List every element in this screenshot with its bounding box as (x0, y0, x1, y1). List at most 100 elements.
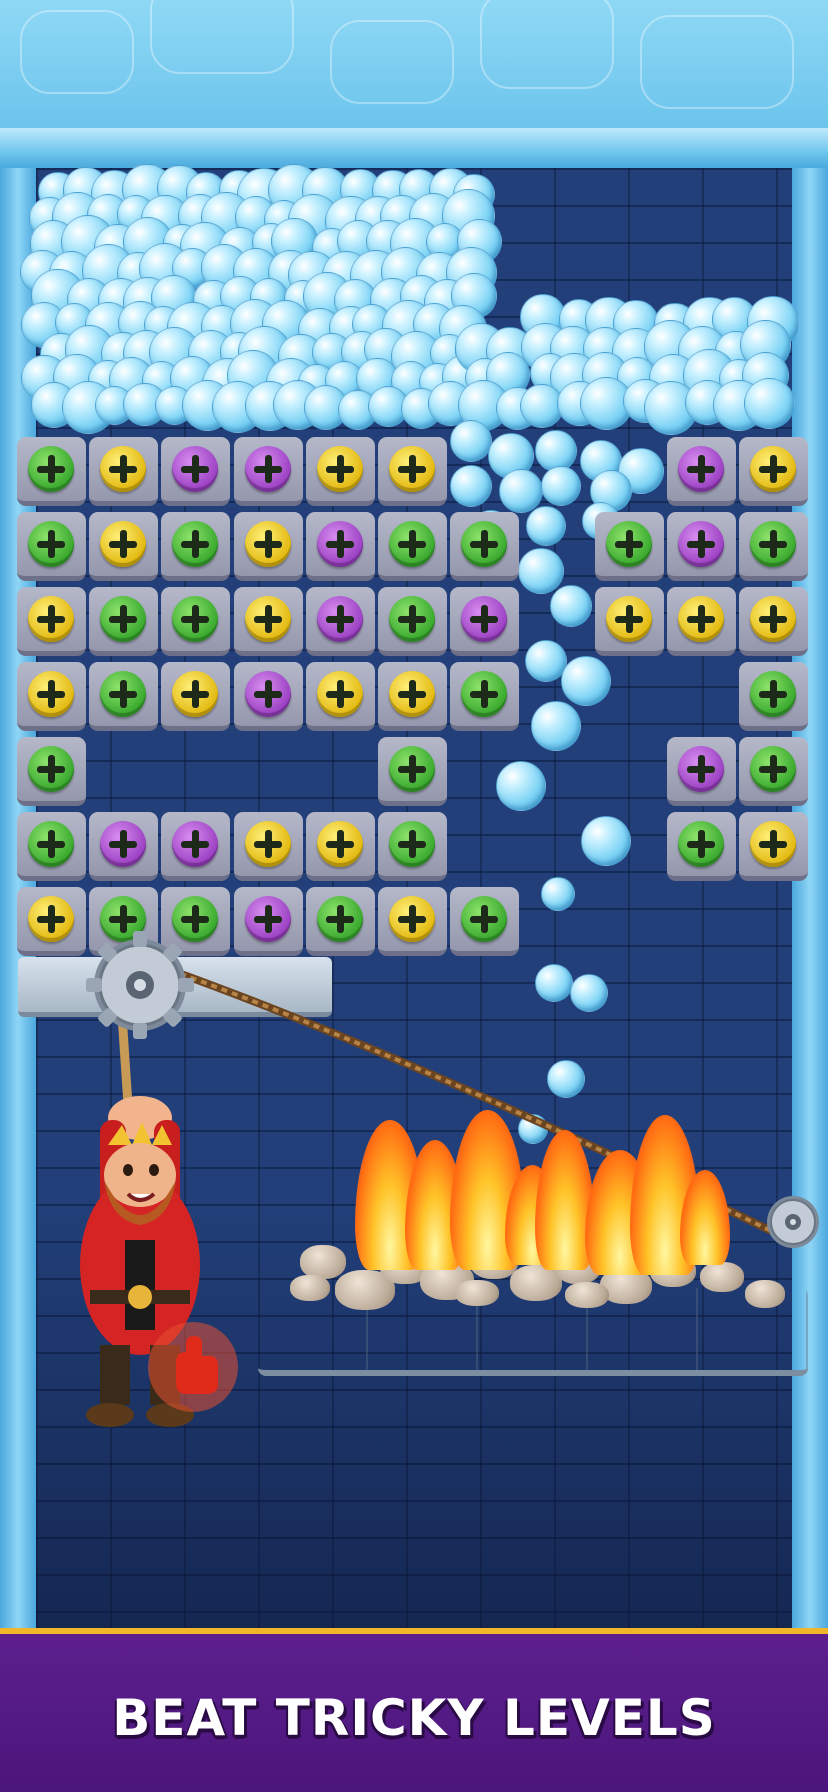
purple-screw-icon[interactable] (244, 896, 291, 942)
green-screw-icon[interactable] (389, 821, 435, 867)
screw-tile[interactable] (89, 812, 159, 881)
screw-tile[interactable] (739, 662, 808, 731)
green-screw-icon[interactable] (172, 596, 219, 642)
yellow-screw-icon[interactable] (244, 521, 291, 567)
screw-tile[interactable] (17, 512, 86, 581)
screw-tile[interactable] (378, 512, 447, 581)
screw-tile[interactable] (17, 662, 86, 731)
screw-tile[interactable] (161, 512, 231, 581)
screw-tile[interactable] (233, 887, 303, 956)
screw-tile[interactable] (378, 437, 447, 506)
green-screw-icon[interactable] (389, 521, 435, 567)
yellow-screw-icon[interactable] (750, 446, 796, 492)
screw-tile[interactable] (305, 662, 375, 731)
screw-tile[interactable] (450, 662, 520, 731)
screw-tile[interactable] (450, 887, 520, 956)
screw-tile[interactable] (305, 812, 375, 881)
screw-tile[interactable] (161, 437, 231, 506)
screw-tile[interactable] (17, 737, 86, 806)
screw-tile[interactable] (17, 587, 86, 656)
screw-tile[interactable] (17, 887, 86, 956)
yellow-screw-icon[interactable] (677, 596, 724, 642)
screw-tile[interactable] (450, 512, 520, 581)
green-screw-icon[interactable] (605, 521, 652, 567)
screw-tile[interactable] (89, 662, 159, 731)
yellow-screw-icon[interactable] (100, 446, 147, 492)
purple-screw-icon[interactable] (316, 596, 363, 642)
screw-tile[interactable] (666, 512, 736, 581)
screw-tile[interactable] (666, 437, 736, 506)
screw-tile[interactable] (17, 437, 86, 506)
screw-tile[interactable] (305, 887, 375, 956)
yellow-screw-icon[interactable] (244, 821, 291, 867)
purple-screw-icon[interactable] (244, 671, 291, 717)
screw-tile[interactable] (378, 662, 447, 731)
screw-tile[interactable] (666, 737, 736, 806)
screw-tile[interactable] (233, 437, 303, 506)
yellow-screw-icon[interactable] (28, 896, 74, 942)
screw-tile[interactable] (233, 662, 303, 731)
green-screw-icon[interactable] (28, 521, 74, 567)
screw-tile[interactable] (161, 587, 231, 656)
screw-tile[interactable] (378, 812, 447, 881)
yellow-screw-icon[interactable] (316, 671, 363, 717)
screw-tile[interactable] (378, 887, 447, 956)
screw-tile[interactable] (305, 512, 375, 581)
screw-tile[interactable] (17, 812, 86, 881)
purple-screw-icon[interactable] (677, 746, 724, 792)
screw-tile[interactable] (739, 812, 808, 881)
tap-hand-icon[interactable] (148, 1322, 238, 1412)
screw-tile[interactable] (666, 812, 736, 881)
screw-tile[interactable] (305, 437, 375, 506)
screw-tile[interactable] (739, 587, 808, 656)
yellow-screw-icon[interactable] (389, 446, 435, 492)
screw-tile[interactable] (739, 437, 808, 506)
purple-screw-icon[interactable] (461, 596, 508, 642)
screw-tile[interactable] (594, 512, 664, 581)
green-screw-icon[interactable] (28, 821, 74, 867)
green-screw-icon[interactable] (750, 521, 796, 567)
screw-tile[interactable] (739, 512, 808, 581)
yellow-screw-icon[interactable] (605, 596, 652, 642)
green-screw-icon[interactable] (750, 671, 796, 717)
screw-tile[interactable] (161, 812, 231, 881)
green-screw-icon[interactable] (461, 521, 508, 567)
yellow-screw-icon[interactable] (100, 521, 147, 567)
screw-tile[interactable] (378, 737, 447, 806)
purple-screw-icon[interactable] (100, 821, 147, 867)
green-screw-icon[interactable] (461, 896, 508, 942)
screw-tile[interactable] (594, 587, 664, 656)
screw-tile[interactable] (161, 887, 231, 956)
purple-screw-icon[interactable] (316, 521, 363, 567)
green-screw-icon[interactable] (100, 596, 147, 642)
green-screw-icon[interactable] (389, 596, 435, 642)
yellow-screw-icon[interactable] (28, 671, 74, 717)
screw-tile[interactable] (450, 587, 520, 656)
yellow-screw-icon[interactable] (172, 671, 219, 717)
purple-screw-icon[interactable] (244, 446, 291, 492)
screw-tile[interactable] (739, 737, 808, 806)
yellow-screw-icon[interactable] (28, 596, 74, 642)
screw-tile[interactable] (233, 587, 303, 656)
green-screw-icon[interactable] (28, 746, 74, 792)
green-screw-icon[interactable] (100, 671, 147, 717)
screw-tile[interactable] (233, 812, 303, 881)
yellow-screw-icon[interactable] (316, 821, 363, 867)
green-screw-icon[interactable] (461, 671, 508, 717)
green-screw-icon[interactable] (750, 746, 796, 792)
yellow-screw-icon[interactable] (389, 671, 435, 717)
screw-tile[interactable] (89, 587, 159, 656)
green-screw-icon[interactable] (316, 896, 363, 942)
screw-tile[interactable] (378, 587, 447, 656)
screw-tile[interactable] (666, 587, 736, 656)
green-screw-icon[interactable] (100, 896, 147, 942)
yellow-screw-icon[interactable] (389, 896, 435, 942)
screw-tile[interactable] (233, 512, 303, 581)
yellow-screw-icon[interactable] (750, 821, 796, 867)
green-screw-icon[interactable] (389, 746, 435, 792)
yellow-screw-icon[interactable] (244, 596, 291, 642)
purple-screw-icon[interactable] (172, 446, 219, 492)
green-screw-icon[interactable] (677, 821, 724, 867)
screw-tile[interactable] (89, 887, 159, 956)
screw-tile[interactable] (305, 587, 375, 656)
